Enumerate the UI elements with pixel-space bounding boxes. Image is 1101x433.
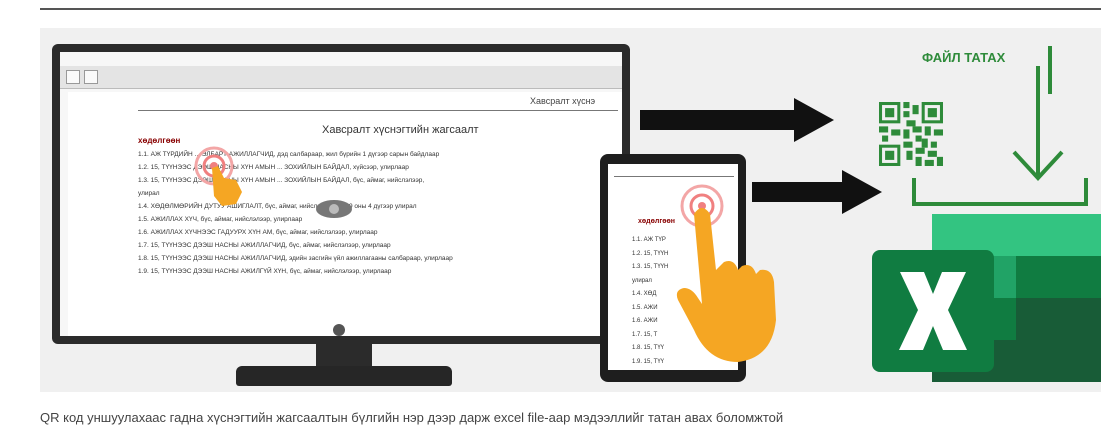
save-icon[interactable] — [66, 70, 80, 84]
top-divider — [40, 8, 1101, 10]
monitor-screen: Хавсралт хүснэ Хавсралт хүснэгтийн жагса… — [60, 52, 622, 336]
arrow-to-qr-icon — [640, 98, 834, 142]
monitor-stand-neck — [316, 344, 372, 368]
list-item[interactable]: 1.9. 15, ТҮҮНЭЭС ДЭЭШ НАСНЫ АЖИЛГҮЙ ХҮН,… — [138, 265, 608, 278]
list-item[interactable]: 1.6. АЖИЛЛАХ ХҮЧНЭЭС ГАДУУРХ ХҮН АМ, бүс… — [138, 226, 608, 239]
list-item[interactable]: 1.8. 15, ТҮҮНЭЭС ДЭЭШ НАСНЫ АЖИЛЛАГЧИД, … — [138, 252, 608, 265]
document-title: Хавсралт хүснэгтийн жагсаалт — [322, 124, 479, 136]
desktop-monitor: Хавсралт хүснэ Хавсралт хүснэгтийн жагса… — [52, 44, 630, 344]
monitor-stand-base — [236, 366, 452, 386]
caption-text: QR код уншуулахаас гадна хүснэгтийн жагс… — [40, 410, 784, 425]
document-section-link[interactable]: хөдөлгөөн — [138, 136, 180, 145]
list-item[interactable]: 1.7. 15, ТҮҮНЭЭС ДЭЭШ НАСНЫ АЖИЛЛАГЧИД, … — [138, 239, 608, 252]
qr-code-icon[interactable] — [878, 102, 944, 166]
tablet-header-rule — [614, 176, 734, 177]
document-header: Хавсралт хүснэ — [530, 96, 596, 106]
arrow-to-excel-icon — [752, 170, 882, 214]
print-icon[interactable] — [84, 70, 98, 84]
excel-icon[interactable] — [872, 214, 1101, 382]
document-toolbar — [60, 66, 622, 89]
eye-icon — [316, 200, 352, 218]
large-hand-pointer-icon — [676, 208, 776, 362]
power-button — [333, 324, 345, 336]
document-header-rule — [138, 110, 618, 111]
hand-pointer-icon — [194, 146, 242, 206]
